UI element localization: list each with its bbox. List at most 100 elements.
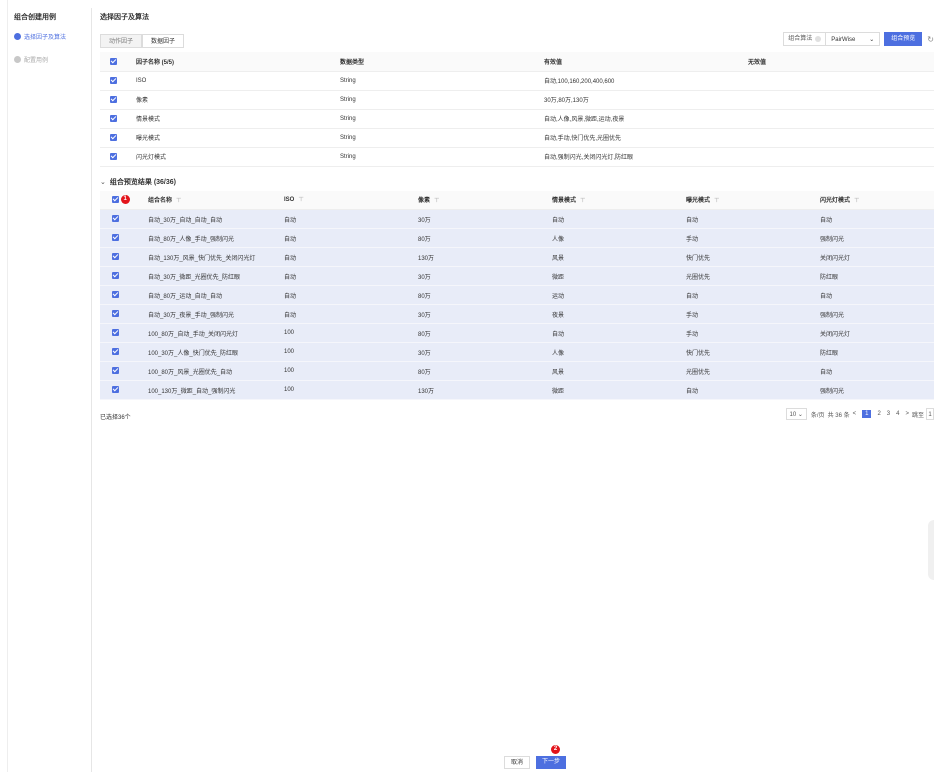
refresh-icon[interactable]: ↻ <box>927 35 934 44</box>
table-cell: 自动 <box>284 247 418 267</box>
preview-row[interactable]: 自动_130万_风景_快门优先_关闭闪光灯 自动 130万 风景 快门优先 关闭闪光灯 <box>100 247 934 267</box>
table-cell: 自动,强制闪光,关闭闪光灯,防红眼 <box>544 147 748 167</box>
page-size-select[interactable]: 10 ⌄ <box>785 408 807 420</box>
table-cell: 30万 <box>418 266 552 286</box>
table-cell: 夜景 <box>552 304 686 324</box>
factor-row[interactable]: 情景模式 String 自动,人像,风景,微距,运动,夜景 <box>100 109 934 129</box>
prev-page-button[interactable]: < <box>853 411 857 417</box>
row-checkbox[interactable] <box>110 152 117 160</box>
table-cell: 自动 <box>284 285 418 305</box>
table-cell: 自动,人像,风景,微距,运动,夜景 <box>544 109 748 129</box>
factor-row[interactable]: ISO String 自动,100,160,200,400,600 <box>100 71 934 91</box>
next-page-button[interactable]: > <box>905 411 909 417</box>
tab-action-factor[interactable]: 动作因子 <box>100 34 143 48</box>
select-all-checkbox[interactable] <box>112 196 119 204</box>
factor-row[interactable]: 像素 String 30万,80万,130万 <box>100 90 934 110</box>
step-active-icon <box>14 33 21 40</box>
row-checkbox[interactable] <box>112 310 119 318</box>
jump-input[interactable]: 1 <box>926 408 934 420</box>
row-checkbox[interactable] <box>112 253 119 261</box>
row-checkbox[interactable] <box>110 133 117 141</box>
annotation-badge: 1 <box>120 195 130 205</box>
table-cell: 手动 <box>686 228 820 248</box>
table-cell: 手动 <box>686 304 820 324</box>
preview-header[interactable]: ⌄ 组合预览结果 (36/36) <box>100 175 934 189</box>
table-cell: 30万 <box>418 304 552 324</box>
preview-row[interactable]: 100_80万_自动_手动_关闭闪光灯 100 80万 自动 手动 关闭闪光灯 <box>100 323 934 343</box>
preview-row[interactable]: 100_80万_风景_光圈优先_自动 100 80万 风景 光圈优先 自动 <box>100 361 934 381</box>
row-checkbox[interactable] <box>112 234 119 242</box>
table-cell: 人像 <box>552 228 686 248</box>
column-header: 组合名称 <box>148 198 173 205</box>
annotation-badge: 2 <box>551 745 561 754</box>
preview-row[interactable]: 100_130万_微距_自动_强制闪光 100 130万 微距 自动 强制闪光 <box>100 380 934 400</box>
factor-row[interactable]: 曝光模式 String 自动,手动,快门优先,光圈优先 <box>100 128 934 148</box>
table-footer: 已选择36个 10 ⌄ 条/页 共 36 条 < 1 2 3 4 > 跳至 1 <box>100 406 934 426</box>
preview-row[interactable]: 自动_30万_夜景_手动_强制闪光 自动 30万 夜景 手动 强制闪光 <box>100 304 934 324</box>
table-cell: 自动_130万_风景_快门优先_关闭闪光灯 <box>148 247 284 267</box>
question-icon[interactable] <box>815 36 822 42</box>
step-select-factors[interactable]: 选择因子及算法 <box>14 32 91 41</box>
table-cell: String <box>340 147 544 167</box>
toolbar: 动作因子 数据因子 组合算法 PairWise ⌄ 组合预览 ↻ <box>100 30 934 52</box>
row-checkbox[interactable] <box>112 291 119 299</box>
table-cell <box>748 90 934 110</box>
filter-icon[interactable]: ⊤ <box>176 198 181 204</box>
page-button[interactable]: 4 <box>896 411 899 417</box>
select-all-checkbox[interactable] <box>110 57 117 65</box>
table-cell: 30万,80万,130万 <box>544 90 748 110</box>
steps-panel: 组合创建用例 选择因子及算法 配置用例 <box>8 8 92 772</box>
table-cell: 闪光灯模式 <box>136 147 340 167</box>
next-button[interactable]: 下一步 2 <box>536 745 567 769</box>
table-cell: String <box>340 128 544 148</box>
preview-row[interactable]: 自动_80万_运动_自动_自动 自动 80万 运动 自动 自动 <box>100 285 934 305</box>
row-checkbox[interactable] <box>112 215 119 223</box>
preview-row[interactable]: 自动_80万_人像_手动_强制闪光 自动 80万 人像 手动 强制闪光 <box>100 228 934 248</box>
chevron-down-icon: ⌄ <box>869 37 875 43</box>
row-checkbox[interactable] <box>110 95 117 103</box>
algo-label: 组合算法 <box>788 36 813 42</box>
tab-data-factor[interactable]: 数据因子 <box>142 34 185 48</box>
step-config-case[interactable]: 配置用例 <box>14 55 91 64</box>
page-button[interactable]: 3 <box>887 411 890 417</box>
chevron-down-icon[interactable]: ⌄ <box>100 178 106 186</box>
preview-row[interactable]: 自动_30万_自动_自动_自动 自动 30万 自动 自动 自动 <box>100 209 934 229</box>
table-cell: 100_130万_微距_自动_强制闪光 <box>148 380 284 400</box>
table-cell: 防红眼 <box>820 266 934 286</box>
table-cell: 自动 <box>820 285 934 305</box>
filter-icon[interactable]: ⊤ <box>580 198 585 204</box>
table-cell: 微距 <box>552 266 686 286</box>
row-checkbox[interactable] <box>112 329 119 337</box>
preview-button[interactable]: 组合预览 <box>884 32 923 46</box>
table-cell: 曝光模式 <box>136 128 340 148</box>
row-checkbox[interactable] <box>112 386 119 394</box>
table-cell: 自动 <box>284 304 418 324</box>
preview-row[interactable]: 100_30万_人像_快门优先_防红眼 100 30万 人像 快门优先 防红眼 <box>100 342 934 362</box>
table-cell: 自动 <box>820 209 934 229</box>
algo-select[interactable]: PairWise ⌄ <box>826 32 881 46</box>
filter-icon[interactable]: ⊤ <box>434 198 439 204</box>
row-checkbox[interactable] <box>112 348 119 356</box>
side-scroll-handle[interactable] <box>928 520 934 580</box>
filter-icon[interactable]: ⊤ <box>298 197 303 203</box>
table-cell: 100_30万_人像_快门优先_防红眼 <box>148 342 284 362</box>
row-checkbox[interactable] <box>112 367 119 375</box>
column-header: ISO <box>284 197 295 204</box>
filter-icon[interactable]: ⊤ <box>714 198 719 204</box>
table-cell: 自动 <box>686 380 820 400</box>
row-checkbox[interactable] <box>112 272 119 280</box>
cancel-button[interactable]: 取消 <box>504 756 531 769</box>
table-cell: 100 <box>284 361 418 381</box>
page-button[interactable]: 1 <box>862 410 872 418</box>
row-checkbox[interactable] <box>110 76 117 84</box>
page-button[interactable]: 2 <box>877 411 880 417</box>
table-cell: 强制闪光 <box>820 304 934 324</box>
table-cell <box>748 147 934 167</box>
table-cell: 80万 <box>418 323 552 343</box>
table-cell: 风景 <box>552 361 686 381</box>
filter-icon[interactable]: ⊤ <box>854 198 859 204</box>
table-cell: 情景模式 <box>136 109 340 129</box>
row-checkbox[interactable] <box>110 114 117 122</box>
preview-row[interactable]: 自动_30万_微距_光圈优先_防红眼 自动 30万 微距 光圈优先 防红眼 <box>100 266 934 286</box>
factor-row[interactable]: 闪光灯模式 String 自动,强制闪光,关闭闪光灯,防红眼 <box>100 147 934 167</box>
